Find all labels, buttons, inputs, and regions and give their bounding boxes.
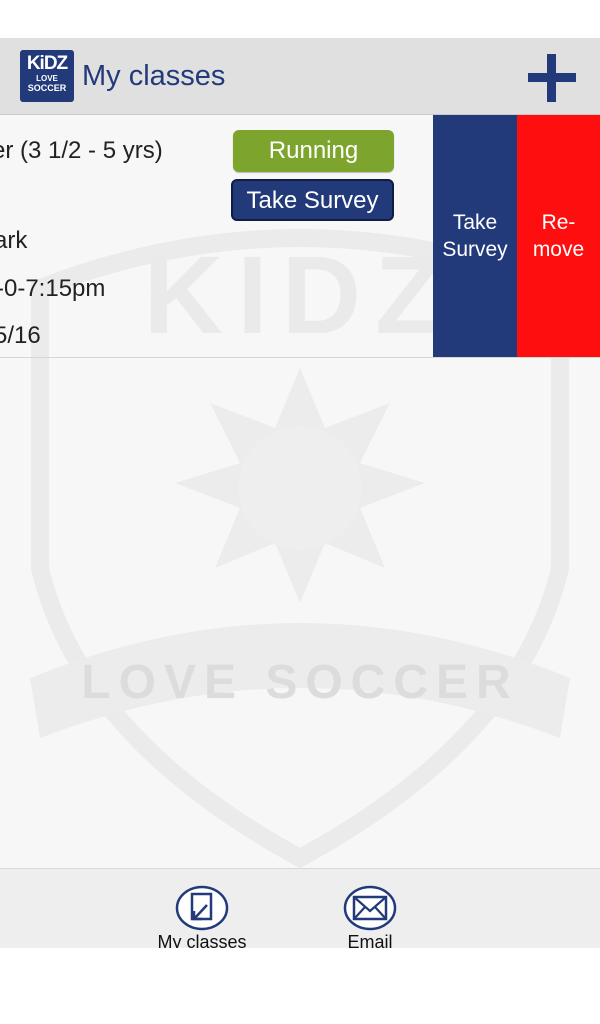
swipe-remove-button[interactable]: Re- move <box>517 115 600 357</box>
class-name: er (3 1/2 - 5 yrs) <box>0 137 163 164</box>
tab-email-label: Email <box>347 932 393 948</box>
class-list-item[interactable]: er (3 1/2 - 5 yrs) ark -0-7:15pm 5/16 Ru… <box>0 115 600 358</box>
swipe-take-survey-label: Take Survey <box>442 211 508 261</box>
watermark-love-soccer-text: LOVE SOCCER <box>81 656 518 709</box>
class-time: -0-7:15pm <box>0 275 106 302</box>
swipe-remove-label: Re- move <box>532 211 585 261</box>
document-arrow-icon <box>175 885 229 931</box>
tab-my-classes-label: My classes <box>157 932 247 948</box>
page-title: My classes <box>82 60 226 92</box>
class-date: 5/16 <box>0 322 41 349</box>
take-survey-button[interactable]: Take Survey <box>231 179 394 221</box>
kidz-love-soccer-logo: KiDZ LOVE SOCCER <box>20 50 74 102</box>
tab-my-classes[interactable]: My classes <box>147 885 257 948</box>
app-screen: KIDZ LOVE SOCCER KiDZ LOVE SOCCER My cla… <box>0 38 600 948</box>
add-class-button[interactable] <box>528 54 576 102</box>
envelope-icon <box>343 885 397 931</box>
tab-email[interactable]: Email <box>315 885 425 948</box>
status-badge-running: Running <box>233 130 394 172</box>
app-header: KiDZ LOVE SOCCER My classes <box>0 38 600 115</box>
bottom-tab-bar: My classes Email <box>0 868 600 948</box>
swipe-take-survey-button[interactable]: Take Survey <box>433 115 517 357</box>
class-location: ark <box>0 227 28 254</box>
